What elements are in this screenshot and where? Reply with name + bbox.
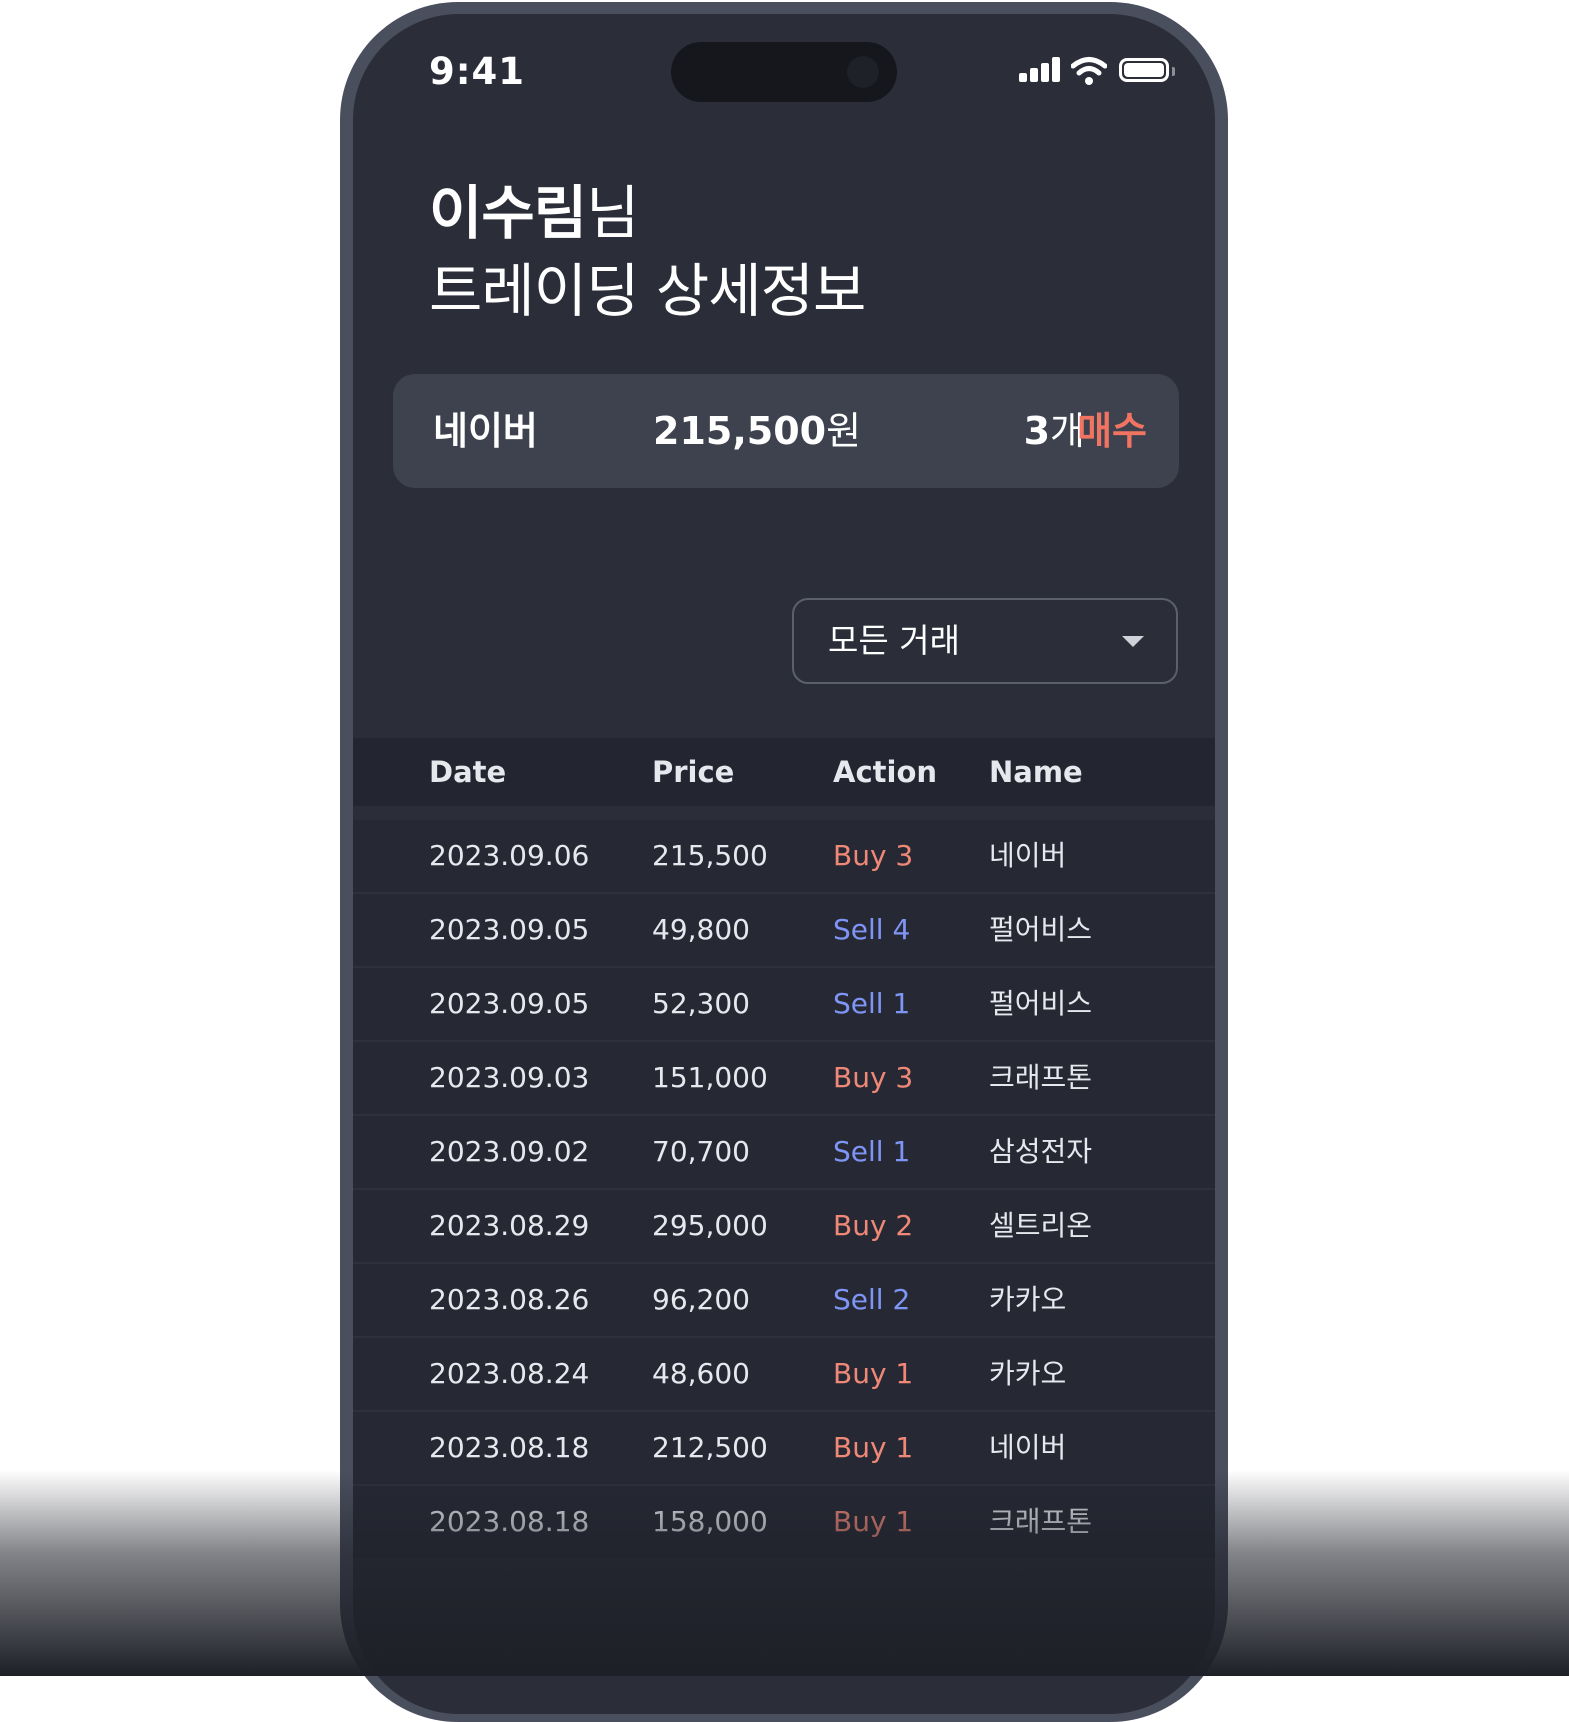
summary-price-value: 215,500 xyxy=(653,409,827,453)
cell-name: 셀트리온 xyxy=(989,1209,1093,1242)
summary-stock-name: 네이버 xyxy=(433,409,538,453)
cell-name: 네이버 xyxy=(989,1431,1067,1464)
table-row[interactable]: 2023.08.24 48,600 Buy 1 카카오 xyxy=(353,1338,1215,1412)
cell-action: Sell 1 xyxy=(833,987,911,1020)
cell-price: 151,000 xyxy=(652,1061,768,1094)
honorific: 님 xyxy=(586,179,639,247)
cell-action: Buy 1 xyxy=(833,1431,914,1464)
cell-price: 70,700 xyxy=(652,1135,750,1168)
cell-name: 펄어비스 xyxy=(989,913,1093,946)
cell-price: 96,200 xyxy=(652,1283,750,1316)
status-time: 9:41 xyxy=(429,50,526,93)
dynamic-island xyxy=(671,42,897,102)
summary-price-unit: 원 xyxy=(826,409,862,453)
cell-price: 295,000 xyxy=(652,1209,768,1242)
cell-name: 크래프톤 xyxy=(989,1061,1093,1094)
table-row[interactable]: 2023.09.02 70,700 Sell 1 삼성전자 xyxy=(353,1116,1215,1190)
cell-date: 2023.09.02 xyxy=(429,1135,590,1168)
cell-date: 2023.09.06 xyxy=(429,839,590,872)
cell-name: 삼성전자 xyxy=(989,1135,1093,1168)
cell-action: Sell 2 xyxy=(833,1283,911,1316)
cell-date: 2023.08.26 xyxy=(429,1283,590,1316)
summary-quantity: 3개 xyxy=(1024,374,1085,488)
cell-action: Sell 4 xyxy=(833,913,911,946)
camera-icon xyxy=(847,56,879,88)
user-name: 이수림 xyxy=(429,179,587,247)
cell-action: Buy 1 xyxy=(833,1505,914,1538)
cell-date: 2023.09.03 xyxy=(429,1061,590,1094)
cell-date: 2023.08.18 xyxy=(429,1505,590,1538)
cell-date: 2023.08.29 xyxy=(429,1209,590,1242)
cell-date: 2023.08.24 xyxy=(429,1357,590,1390)
cell-name: 크래프톤 xyxy=(989,1505,1093,1538)
cell-name: 카카오 xyxy=(989,1357,1067,1390)
summary-action-badge: 매수 xyxy=(1077,409,1147,453)
filter-selected-value: 모든 거래 xyxy=(828,621,960,660)
column-header-price[interactable]: Price xyxy=(652,738,734,806)
cell-date: 2023.09.05 xyxy=(429,913,590,946)
chevron-down-icon xyxy=(1122,636,1144,647)
page-title: 이수림님 트레이딩 상세정보 xyxy=(429,174,866,330)
cell-date: 2023.08.18 xyxy=(429,1431,590,1464)
table-row[interactable]: 2023.08.29 295,000 Buy 2 셀트리온 xyxy=(353,1190,1215,1264)
table-row[interactable]: 2023.09.06 215,500 Buy 3 네이버 xyxy=(353,820,1215,894)
cellular-signal-icon xyxy=(1019,56,1063,86)
column-header-date[interactable]: Date xyxy=(429,738,506,806)
battery-cap xyxy=(1172,67,1175,76)
summary-price: 215,500원 xyxy=(653,374,861,488)
table-header: Date Price Action Name xyxy=(353,738,1215,806)
page-subtitle: 트레이딩 상세정보 xyxy=(429,257,866,325)
cell-action: Buy 3 xyxy=(833,839,914,872)
cell-action: Buy 3 xyxy=(833,1061,914,1094)
table-row[interactable]: 2023.08.18 158,000 Buy 1 크래프톤 xyxy=(353,1486,1215,1560)
table-row[interactable]: 2023.09.03 151,000 Buy 3 크래프톤 xyxy=(353,1042,1215,1116)
battery-icon xyxy=(1119,58,1169,82)
cell-name: 펄어비스 xyxy=(989,987,1093,1020)
cell-action: Buy 1 xyxy=(833,1357,914,1390)
transaction-table: 2023.09.06 215,500 Buy 3 네이버 2023.09.05 49,80… xyxy=(353,820,1215,1560)
cell-price: 215,500 xyxy=(652,839,768,872)
summary-quantity-value: 3 xyxy=(1023,409,1051,453)
transaction-filter-dropdown[interactable]: 모든 거래 xyxy=(792,598,1178,684)
cell-price: 49,800 xyxy=(652,913,750,946)
phone-screen: 9:41 이수림님 트레이딩 상세정보 네이버 215,500원 3개 매수 모… xyxy=(353,14,1215,1714)
table-row[interactable]: 2023.08.26 96,200 Sell 2 카카오 xyxy=(353,1264,1215,1338)
cell-price: 48,600 xyxy=(652,1357,750,1390)
cell-price: 158,000 xyxy=(652,1505,768,1538)
cell-action: Buy 2 xyxy=(833,1209,914,1242)
wifi-icon xyxy=(1071,57,1107,85)
cell-price: 52,300 xyxy=(652,987,750,1020)
cell-action: Sell 1 xyxy=(833,1135,911,1168)
stock-summary-card: 네이버 215,500원 3개 매수 xyxy=(393,374,1179,488)
table-row[interactable]: 2023.09.05 52,300 Sell 1 펄어비스 xyxy=(353,968,1215,1042)
cell-name: 네이버 xyxy=(989,839,1067,872)
table-row[interactable]: 2023.08.18 212,500 Buy 1 네이버 xyxy=(353,1412,1215,1486)
cell-date: 2023.09.05 xyxy=(429,987,590,1020)
column-header-action[interactable]: Action xyxy=(833,738,937,806)
cell-price: 212,500 xyxy=(652,1431,768,1464)
table-row[interactable]: 2023.09.05 49,800 Sell 4 펄어비스 xyxy=(353,894,1215,968)
cell-name: 카카오 xyxy=(989,1283,1067,1316)
column-header-name[interactable]: Name xyxy=(989,738,1083,806)
